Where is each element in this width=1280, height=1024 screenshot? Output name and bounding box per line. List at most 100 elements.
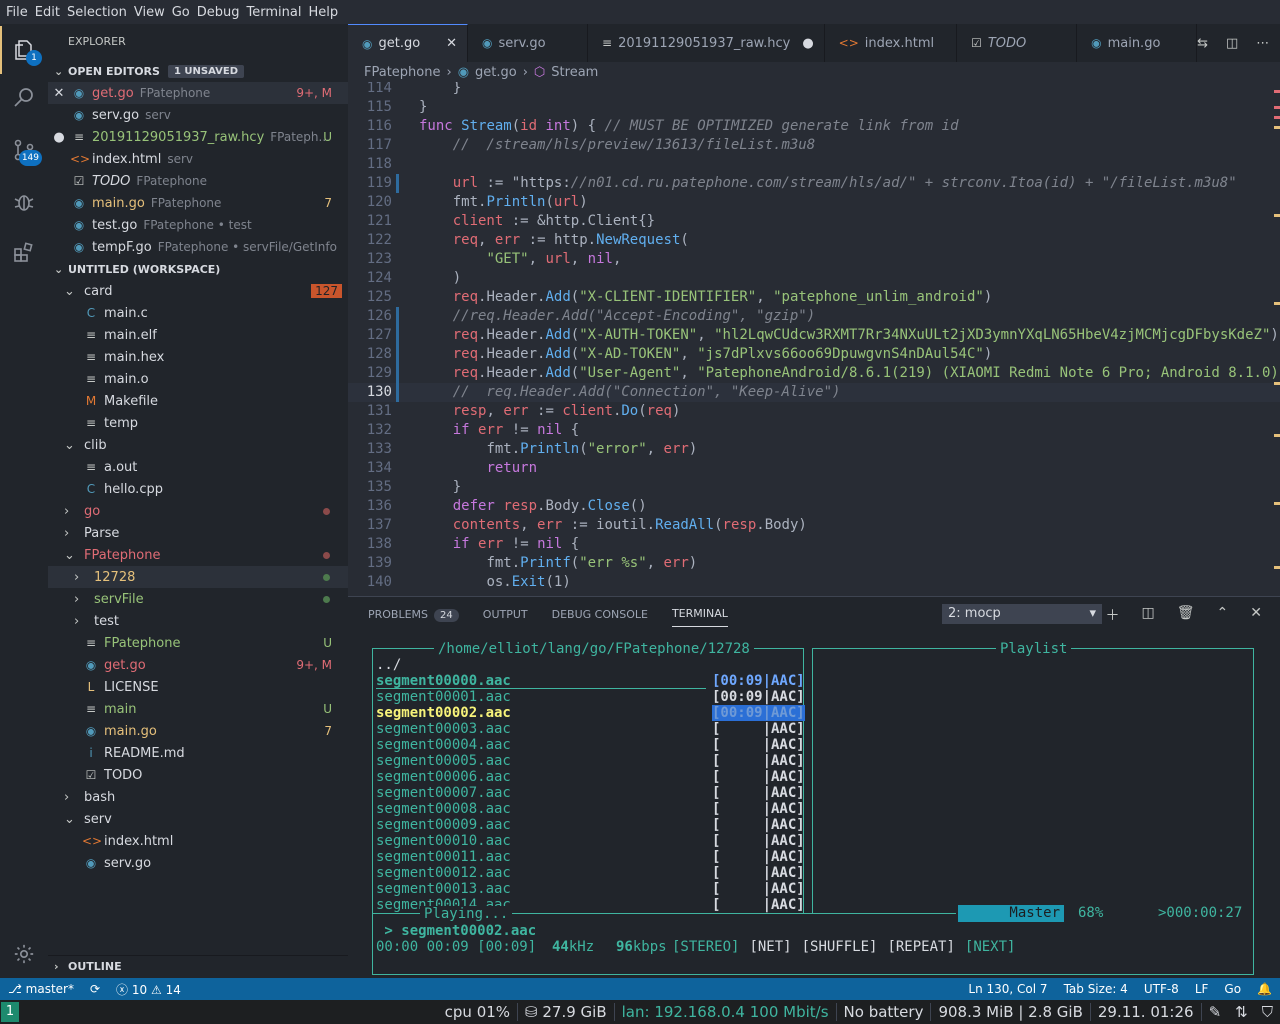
paperclip-icon[interactable]: ✎ xyxy=(1200,1003,1229,1021)
encoding[interactable]: UTF-8 xyxy=(1136,982,1187,996)
panel-tab-terminal[interactable]: TERMINAL xyxy=(671,607,728,627)
open-editors-header[interactable]: ⌄ OPEN EDITORS 1 UNSAVED xyxy=(48,60,348,82)
open-editor-item[interactable]: ● ≡ 20191129051937_raw.hcy FPateph... U xyxy=(48,126,348,148)
file-item[interactable]: ≡ temp xyxy=(48,412,348,434)
master-volume-bar[interactable]: Master xyxy=(958,905,1064,922)
open-editor-item[interactable]: ◉ tempF.go FPatephone • servFile/GetInfo xyxy=(48,236,348,258)
menu-item-terminal[interactable]: Terminal xyxy=(247,5,309,20)
menu-item-selection[interactable]: Selection xyxy=(67,5,134,20)
problems-item[interactable]: ⓧ 10 ⚠ 14 xyxy=(108,981,189,998)
debug-icon[interactable] xyxy=(0,178,48,226)
terminal-file[interactable]: segment00010.aac xyxy=(376,833,511,849)
split-editor-icon[interactable]: ◫ xyxy=(1226,36,1238,51)
unsaved-dot-icon[interactable]: ● xyxy=(48,130,70,145)
file-item[interactable]: ☑ TODO xyxy=(48,764,348,786)
folder-item[interactable]: › test xyxy=(48,610,348,632)
maximize-panel-icon[interactable]: ⌃ xyxy=(1217,605,1229,625)
file-item[interactable]: ≡ main.elf xyxy=(48,324,348,346)
breadcrumb-folder[interactable]: FPatephone xyxy=(364,65,440,80)
menu-item-debug[interactable]: Debug xyxy=(197,5,247,20)
folder-item[interactable]: › Parse xyxy=(48,522,348,544)
terminal-file[interactable]: segment00002.aac xyxy=(376,705,511,721)
folder-item[interactable]: ⌄ card 127 xyxy=(48,280,348,302)
file-item[interactable]: ≡ a.out xyxy=(48,456,348,478)
file-item[interactable]: ◉ get.go 9+, M xyxy=(48,654,348,676)
more-actions-icon[interactable]: ⋯ xyxy=(1256,36,1269,51)
file-item[interactable]: L LICENSE xyxy=(48,676,348,698)
bell-icon[interactable]: 🔔 xyxy=(1249,982,1280,996)
code-editor[interactable]: 114 } 115} 116 func Stream(id int) { // MUS… xyxy=(348,82,1280,596)
language-mode[interactable]: Go xyxy=(1216,982,1249,996)
panel-tab-output[interactable]: OUTPUT xyxy=(483,608,528,621)
close-panel-icon[interactable]: ✕ xyxy=(1250,605,1262,625)
split-terminal-icon[interactable]: ◫ xyxy=(1142,605,1155,625)
file-item[interactable]: ≡ FPatephone U xyxy=(48,632,348,654)
outline-header[interactable]: › OUTLINE xyxy=(48,955,348,977)
unsaved-dot-icon[interactable]: ● xyxy=(790,36,813,51)
terminal-select[interactable]: 2: mocp ▾ xyxy=(942,604,1102,624)
tab-main-go[interactable]: ◉ main.go xyxy=(1077,24,1198,62)
explorer-icon[interactable]: 1 xyxy=(0,26,48,74)
menu-item-file[interactable]: File xyxy=(6,5,35,20)
open-editor-item[interactable]: ◉ test.go FPatephone • test xyxy=(48,214,348,236)
file-item[interactable]: ≡ main.o xyxy=(48,368,348,390)
network-icon[interactable]: ⇅ xyxy=(1228,1003,1255,1021)
file-item[interactable]: ≡ main U xyxy=(48,698,348,720)
tab-todo[interactable]: ☑ TODO xyxy=(957,24,1078,62)
close-icon[interactable]: ✕ xyxy=(434,36,457,51)
terminal-file[interactable]: segment00007.aac xyxy=(376,785,511,801)
file-item[interactable]: <> index.html xyxy=(48,830,348,852)
tab-serv-go[interactable]: ◉ serv.go xyxy=(468,24,588,62)
folder-item[interactable]: ⌄ FPatephone xyxy=(48,544,348,566)
file-item[interactable]: ◉ main.go 7 xyxy=(48,720,348,742)
menu-item-go[interactable]: Go xyxy=(172,5,197,20)
sync-icon[interactable]: ⟳ xyxy=(82,982,108,996)
tab-get-go[interactable]: ◉ get.go ✕ xyxy=(348,24,468,62)
tab-20191129051937-raw-hcy[interactable]: ≡ 20191129051937_raw.hcy ● xyxy=(588,24,825,62)
branch-item[interactable]: ⎇ master* xyxy=(0,982,82,996)
open-editor-item[interactable]: ◉ main.go FPatephone 7 xyxy=(48,192,348,214)
trash-icon[interactable]: 🗑 xyxy=(1177,605,1195,625)
tab-size[interactable]: Tab Size: 4 xyxy=(1056,982,1136,996)
line-ending[interactable]: LF xyxy=(1187,982,1217,996)
parent-dir[interactable]: ../ xyxy=(376,657,401,673)
open-editor-item[interactable]: ☑ TODO FPatephone xyxy=(48,170,348,192)
open-editor-item[interactable]: ◉ serv.go serv xyxy=(48,104,348,126)
breadcrumb-file[interactable]: get.go xyxy=(475,65,517,80)
workspace-header[interactable]: ⌄ UNTITLED (WORKSPACE) xyxy=(48,258,348,280)
open-editor-item[interactable]: ✕ ◉ get.go FPatephone 9+, M xyxy=(48,82,348,104)
folder-item[interactable]: › go xyxy=(48,500,348,522)
terminal-file[interactable]: segment00003.aac xyxy=(376,721,511,737)
tab-index-html[interactable]: <> index.html xyxy=(824,24,958,62)
terminal-file[interactable]: segment00004.aac xyxy=(376,737,511,753)
file-item[interactable]: Cmain.c xyxy=(48,302,348,324)
open-editor-item[interactable]: <> index.html serv xyxy=(48,148,348,170)
breadcrumb-symbol[interactable]: Stream xyxy=(551,65,598,80)
folder-item[interactable]: ⌄ serv xyxy=(48,808,348,830)
menu-item-view[interactable]: View xyxy=(134,5,172,20)
terminal-file[interactable]: segment00012.aac xyxy=(376,865,511,881)
terminal-file[interactable]: segment00000.aac xyxy=(376,673,706,689)
folder-item[interactable]: › bash xyxy=(48,786,348,808)
cursor-position[interactable]: Ln 130, Col 7 xyxy=(960,982,1055,996)
panel-tab-problems[interactable]: PROBLEMS 24 xyxy=(368,608,459,622)
panel-tab-debug-console[interactable]: DEBUG CONSOLE xyxy=(552,608,648,621)
terminal-file[interactable]: segment00009.aac xyxy=(376,817,511,833)
folder-item[interactable]: › servFile xyxy=(48,588,348,610)
file-item[interactable]: Chello.cpp xyxy=(48,478,348,500)
source-control-icon[interactable]: 149 xyxy=(0,126,48,174)
file-item[interactable]: ◉ serv.go xyxy=(48,852,348,874)
terminal-view[interactable]: /home/elliot/lang/go/FPatephone/12728 Pl… xyxy=(368,641,1268,975)
terminal-file[interactable]: segment00013.aac xyxy=(376,881,511,897)
menu-item-edit[interactable]: Edit xyxy=(35,5,67,20)
gear-icon[interactable] xyxy=(0,930,48,978)
terminal-file[interactable]: segment00008.aac xyxy=(376,801,511,817)
terminal-file[interactable]: segment00001.aac xyxy=(376,689,511,705)
close-icon[interactable]: ✕ xyxy=(48,86,70,101)
folder-item[interactable]: › 12728 xyxy=(48,566,348,588)
shield-icon[interactable]: ⛉ xyxy=(1255,1003,1280,1021)
split-compare-icon[interactable]: ⇆ xyxy=(1197,36,1208,51)
extensions-icon[interactable] xyxy=(0,228,48,276)
terminal-file[interactable]: segment00011.aac xyxy=(376,849,511,865)
terminal-file[interactable]: segment00005.aac xyxy=(376,753,511,769)
